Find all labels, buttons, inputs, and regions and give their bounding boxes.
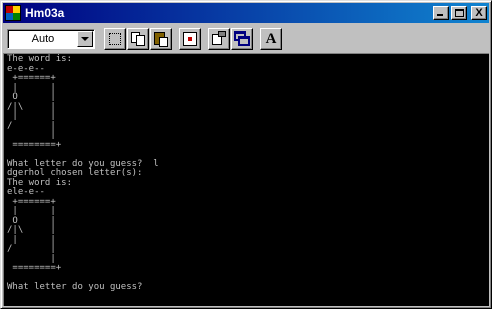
console-line: What letter do you guess? [7, 282, 143, 292]
full-screen-button[interactable] [179, 28, 201, 50]
dropdown-button[interactable] [77, 31, 93, 47]
close-button[interactable]: X [471, 6, 487, 20]
mark-button[interactable] [104, 28, 126, 50]
maximize-button[interactable] [451, 6, 467, 20]
console-output[interactable]: The word is: e-e-e-- +======+ | | O |/|\ … [3, 53, 489, 306]
console-line: ========+ [7, 263, 62, 273]
console-line: ========+ [7, 139, 62, 150]
console-window: Hm03a X Auto A The word is: e-e-e-- +===… [0, 0, 492, 309]
minimize-icon [437, 14, 443, 16]
font-size-select[interactable]: Auto [7, 29, 95, 49]
maximize-icon [455, 9, 464, 17]
console-text: The word is: e-e-e-- +======+ | | O |/|\ … [7, 54, 159, 293]
background-button[interactable] [231, 28, 253, 50]
window-title: Hm03a [25, 6, 65, 20]
toolbar: Auto A [3, 25, 489, 53]
paste-button[interactable] [150, 28, 172, 50]
close-icon: X [475, 7, 483, 19]
font-button[interactable]: A [260, 28, 282, 50]
minimize-button[interactable] [433, 6, 449, 20]
mark-icon [109, 33, 121, 45]
copy-button[interactable] [127, 28, 149, 50]
title-bar[interactable]: Hm03a X [3, 3, 489, 23]
font-icon: A [265, 31, 277, 47]
font-size-value: Auto [31, 33, 55, 45]
full-screen-icon [183, 32, 197, 46]
msdos-icon[interactable] [5, 5, 21, 21]
properties-button[interactable] [208, 28, 230, 50]
chevron-down-icon [81, 37, 89, 41]
